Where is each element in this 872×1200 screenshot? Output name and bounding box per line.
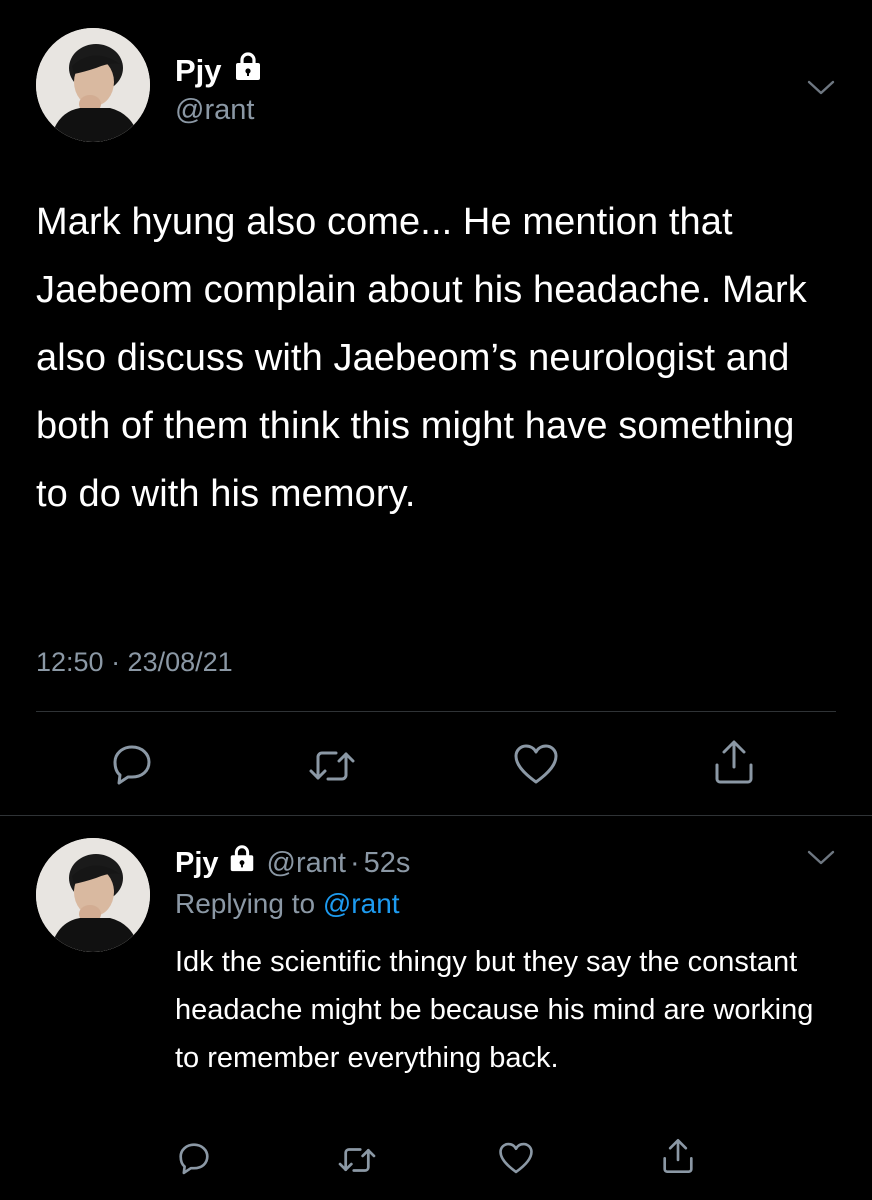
tweet-text: Mark hyung also come... He mention that … [36,201,807,515]
retweet-button[interactable] [334,1140,380,1180]
like-icon [514,744,558,784]
replying-to: Replying to @rant [175,886,400,922]
avatar-photo [36,28,150,142]
display-name-text: Pjy [175,53,222,88]
like-button[interactable] [496,1138,536,1178]
share-button[interactable] [658,1134,698,1178]
share-button[interactable] [708,734,760,790]
retweet-icon [309,751,355,781]
avatar-photo [36,838,150,952]
reply-icon [179,1143,209,1175]
like-button[interactable] [510,738,562,790]
replying-mention-link[interactable]: @rant [323,888,400,919]
like-icon [499,1142,533,1174]
reply-avatar[interactable] [36,838,150,952]
chevron-down-icon[interactable] [806,78,836,102]
reply-button[interactable] [174,1138,214,1178]
tweet-separator [0,815,872,816]
replying-prefix: Replying to [175,888,316,919]
reply-text: Idk the scientific thingy but they say t… [175,946,814,1074]
lock-icon [232,50,264,92]
main-handle[interactable]: @rant [175,92,254,128]
reply-header: Pjy @rant · 52s [175,843,410,882]
retweet-icon [338,1148,376,1172]
main-display-name[interactable]: Pjy [175,50,264,92]
divider [36,711,836,712]
tweet-timestamp[interactable]: 12:50 · 23/08/21 [36,644,233,680]
retweet-button[interactable] [304,740,360,792]
main-avatar[interactable] [36,28,150,142]
chevron-down-icon[interactable] [806,848,836,872]
reply-handle[interactable]: @rant [267,845,346,881]
reply-icon [113,745,151,785]
lock-icon [227,843,257,882]
share-icon [663,1139,693,1173]
share-icon [715,740,753,784]
reply-display-name[interactable]: Pjy [175,845,219,881]
reply-time[interactable]: 52s [364,845,411,881]
separator-dot: · [349,846,360,879]
reply-button[interactable] [106,738,158,790]
